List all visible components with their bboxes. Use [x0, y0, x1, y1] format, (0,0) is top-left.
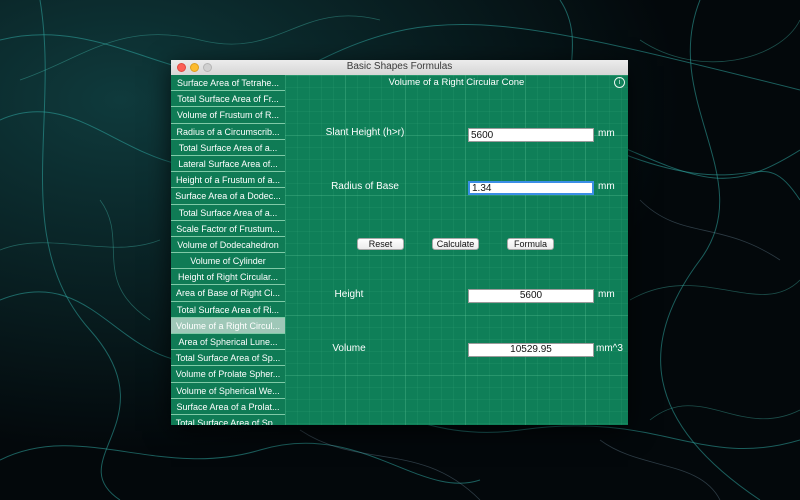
- height-unit: mm: [598, 289, 615, 300]
- list-item[interactable]: Total Surface Area of a...: [171, 140, 285, 156]
- list-item[interactable]: Total Surface Area of Fr...: [171, 91, 285, 108]
- height-output: 5600: [468, 289, 594, 303]
- list-item[interactable]: Volume of Spherical We...: [171, 383, 285, 399]
- list-item[interactable]: Total Surface Area of Sp...: [171, 350, 285, 367]
- list-item[interactable]: Volume of Cylinder: [171, 253, 285, 270]
- list-item[interactable]: Total Surface Area of Sp...: [171, 415, 285, 425]
- list-item[interactable]: Area of Base of Right Ci...: [171, 285, 285, 302]
- calculate-button[interactable]: Calculate: [432, 238, 479, 250]
- list-item[interactable]: Total Surface Area of a...: [171, 205, 285, 221]
- list-item[interactable]: Height of a Frustum of a...: [171, 172, 285, 189]
- radius-unit: mm: [598, 181, 615, 192]
- radius-input[interactable]: [468, 181, 594, 195]
- list-item[interactable]: Surface Area of a Prolat...: [171, 399, 285, 415]
- list-item[interactable]: Radius of a Circumscrib...: [171, 124, 285, 140]
- list-item[interactable]: Height of Right Circular...: [171, 269, 285, 286]
- list-item[interactable]: Surface Area of Tetrahe...: [171, 75, 285, 92]
- app-window: Basic Shapes Formulas Surface Area of Te…: [171, 60, 628, 425]
- volume-label: Volume: [332, 343, 366, 354]
- list-item[interactable]: Scale Factor of Frustum...: [171, 221, 285, 237]
- list-item[interactable]: Volume of Prolate Spher...: [171, 366, 285, 383]
- volume-unit: mm^3: [596, 343, 623, 354]
- slant-height-unit: mm: [598, 128, 615, 139]
- list-item[interactable]: Volume of Frustum of R...: [171, 107, 285, 124]
- formula-list[interactable]: Surface Area of Tetrahe... Total Surface …: [171, 75, 285, 425]
- list-item[interactable]: Lateral Surface Area of...: [171, 156, 285, 173]
- list-item[interactable]: Volume of Dodecahedron: [171, 237, 285, 254]
- page-title: Volume of a Right Circular Cone: [388, 77, 525, 88]
- volume-output: 10529.95: [468, 343, 594, 357]
- title-bar: Basic Shapes Formulas: [171, 60, 628, 76]
- calculator-panel: Volume of a Right Circular Cone i Slant …: [285, 75, 628, 425]
- info-icon[interactable]: i: [614, 77, 625, 88]
- slant-height-input[interactable]: [468, 128, 594, 142]
- radius-label: Radius of Base: [331, 181, 399, 192]
- list-item[interactable]: Total Surface Area of Ri...: [171, 302, 285, 318]
- height-label: Height: [334, 289, 364, 300]
- window-title: Basic Shapes Formulas: [346, 61, 453, 72]
- slant-height-label: Slant Height (h>r): [325, 127, 405, 138]
- list-item[interactable]: Area of Spherical Lune...: [171, 334, 285, 351]
- list-item[interactable]: Surface Area of a Dodec...: [171, 188, 285, 205]
- list-item[interactable]: Volume of a Right Circul...: [171, 317, 285, 334]
- formula-button[interactable]: Formula: [507, 238, 554, 250]
- reset-button[interactable]: Reset: [357, 238, 404, 250]
